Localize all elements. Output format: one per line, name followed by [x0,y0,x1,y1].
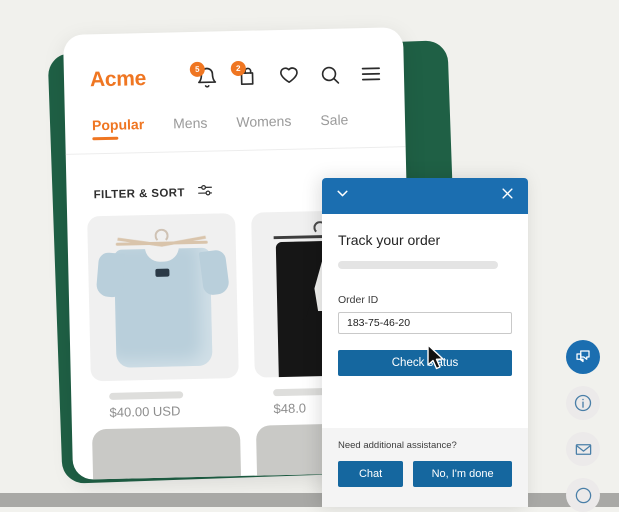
tshirt-shape [95,247,231,368]
order-id-input[interactable] [338,312,512,334]
tab-sale[interactable]: Sale [320,111,349,135]
order-id-label: Order ID [338,294,379,306]
tshirt-tag [155,268,170,277]
header-icon-group: 5 2 [189,60,382,89]
tab-popular[interactable]: Popular [92,116,145,140]
tshirt-sleeve-right [198,249,231,297]
product-title-placeholder [109,391,184,400]
widget-text-placeholder [338,261,498,269]
done-button[interactable]: No, I'm done [413,461,512,487]
tab-mens[interactable]: Mens [173,115,208,139]
storefront-header: Acme 5 2 [63,45,404,109]
support-rail [547,340,619,512]
filter-sort-control[interactable]: FILTER & SORT [93,182,214,207]
product-placeholder[interactable] [91,426,242,480]
tshirt-sleeve-left [95,251,126,298]
track-order-widget: Track your order Order ID Check status N… [322,178,528,507]
chat-button[interactable]: Chat [338,461,404,487]
footer-button-group: Chat No, I'm done [338,461,512,487]
widget-body: Track your order Order ID Check status [322,214,528,428]
screenshot-stage: Acme 5 2 Popular Mens Womens Sale FILTER… [0,0,619,512]
info-icon[interactable] [566,386,600,420]
product-price-tshirt: $40.00 USD [109,403,181,420]
product-image-tshirt [87,213,239,382]
assistance-text: Need additional assistance? [338,440,457,451]
close-icon[interactable] [500,186,515,206]
product-card-tshirt[interactable]: $40.00 USD [87,213,240,420]
widget-header [322,178,528,214]
brand-logo: Acme [89,67,147,92]
envelope-icon[interactable] [566,432,600,466]
chevron-down-icon[interactable] [334,185,351,207]
chat-bubbles-icon[interactable] [566,340,600,374]
tab-womens[interactable]: Womens [236,113,291,137]
check-status-button[interactable]: Check status [338,350,512,376]
sliders-icon [197,182,214,204]
menu-icon[interactable] [360,63,382,85]
filter-sort-label: FILTER & SORT [93,187,185,202]
hanger-bar [115,240,208,246]
heart-icon[interactable] [278,65,300,87]
bag-icon[interactable]: 2 [230,60,259,87]
widget-footer: Need additional assistance? Chat No, I'm… [322,428,528,507]
notification-bell-icon[interactable]: 5 [189,61,218,88]
widget-title: Track your order [338,232,441,248]
search-icon[interactable] [319,64,341,86]
